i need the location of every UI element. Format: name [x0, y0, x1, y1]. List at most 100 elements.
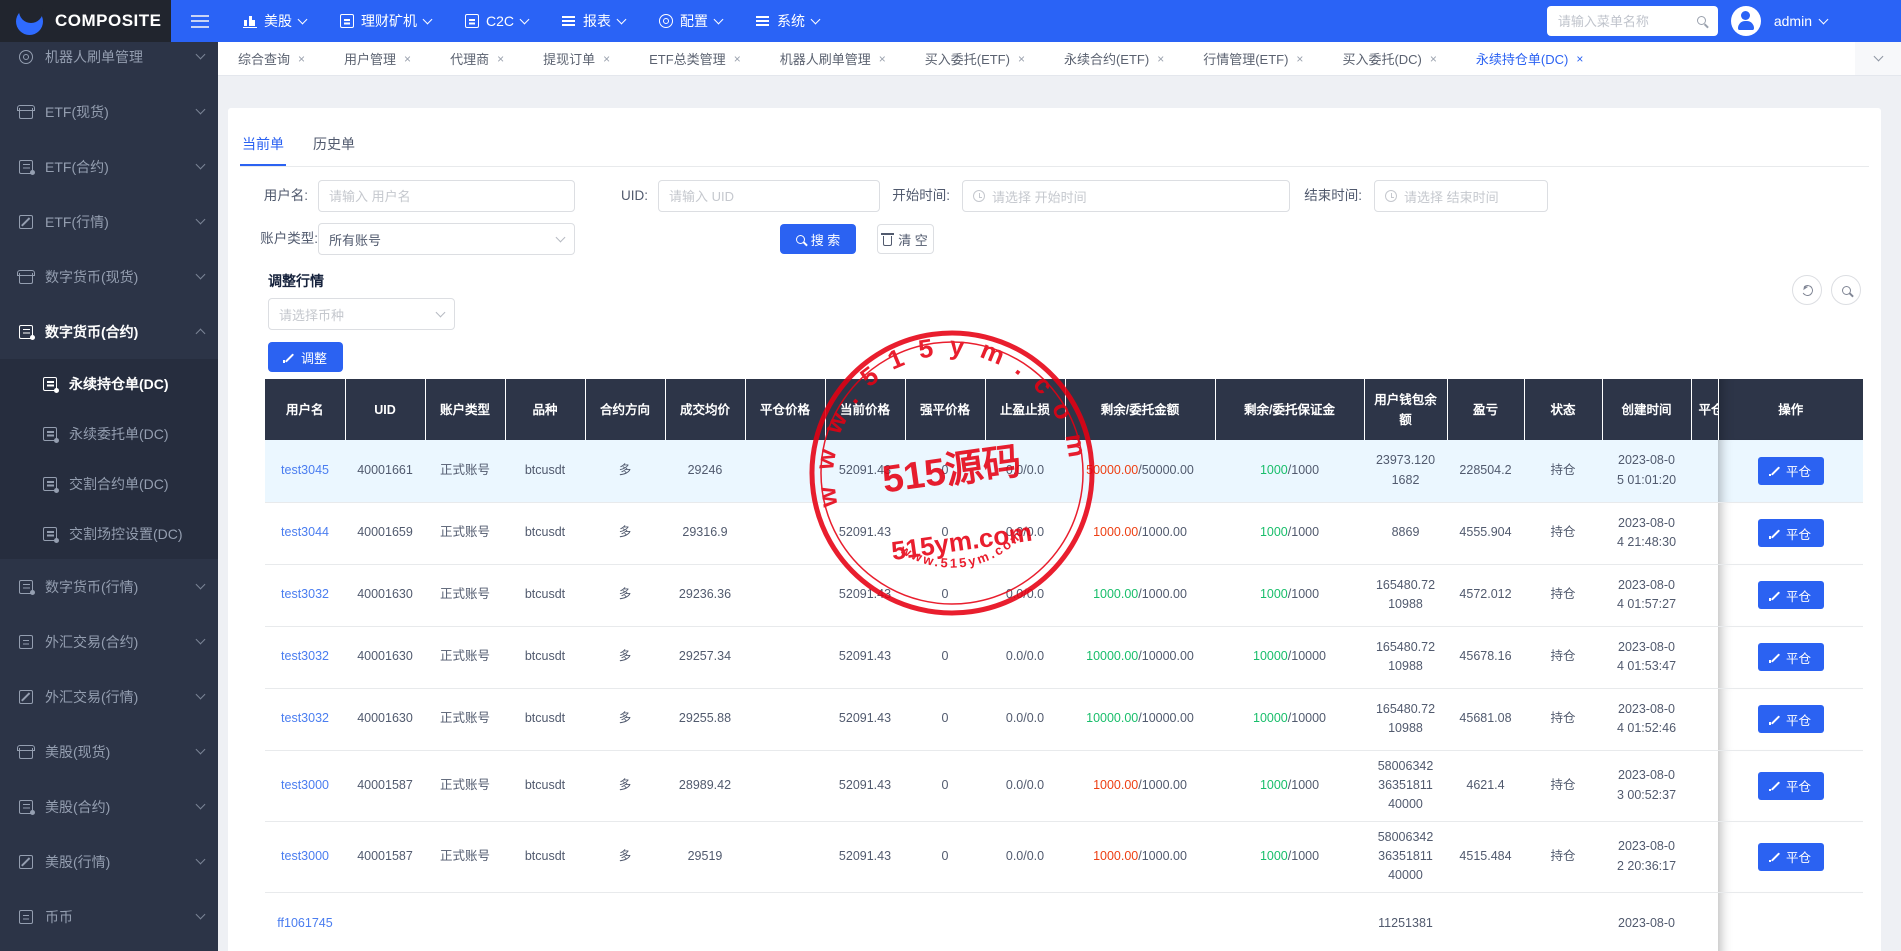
- username-link[interactable]: test3032: [281, 587, 329, 601]
- close-icon[interactable]: [1157, 53, 1164, 65]
- cell-uid: [345, 892, 425, 951]
- page-tab[interactable]: 综合查询: [238, 49, 305, 68]
- col-margin: 剩余/委托保证金: [1215, 379, 1364, 440]
- sidebar-item[interactable]: 交割合约单(DC): [0, 459, 218, 509]
- panel-tab[interactable]: 历史单: [311, 134, 357, 166]
- page-tab[interactable]: 永续合约(ETF): [1064, 49, 1164, 68]
- col-account-type: 账户类型: [425, 379, 505, 440]
- sidebar-item[interactable]: 外汇交易(合约): [0, 614, 218, 669]
- sidebar-item[interactable]: 永续委托单(DC): [0, 409, 218, 459]
- close-icon[interactable]: [879, 53, 886, 65]
- sidebar-item-icon: [19, 855, 33, 869]
- page-tab[interactable]: 机器人刷单管理: [780, 49, 886, 68]
- username-link[interactable]: ff1061745: [277, 916, 332, 930]
- close-position-button[interactable]: 平仓: [1758, 643, 1824, 671]
- page-tab[interactable]: 买入委托(ETF): [925, 49, 1025, 68]
- sidebar-item-label: ETF(行情): [45, 212, 109, 232]
- clear-button[interactable]: 清 空: [877, 224, 934, 254]
- sidebar-item[interactable]: 币币: [0, 889, 218, 944]
- top-menu-item[interactable]: 美股: [243, 11, 306, 31]
- close-icon[interactable]: [1296, 53, 1303, 65]
- cell-close-price: [745, 688, 825, 750]
- close-position-button[interactable]: 平仓: [1758, 843, 1824, 871]
- user-menu[interactable]: admin: [1774, 13, 1827, 29]
- coin-select[interactable]: 请选择币种: [268, 298, 455, 330]
- page-tab[interactable]: 用户管理: [344, 49, 411, 68]
- uid-input[interactable]: [669, 189, 869, 204]
- top-menu-item[interactable]: 报表: [562, 11, 625, 31]
- cell-direction: 多: [585, 821, 665, 892]
- cell-tp-sl: 0.0/0.0: [985, 440, 1065, 502]
- top-menu-item[interactable]: 配置: [659, 11, 722, 31]
- menu-label: C2C: [486, 13, 514, 29]
- username-link[interactable]: test3032: [281, 711, 329, 725]
- refresh-button[interactable]: [1792, 275, 1822, 305]
- start-time-picker[interactable]: 请选择 开始时间: [962, 180, 1290, 212]
- close-icon[interactable]: [1430, 53, 1437, 65]
- account-type-select[interactable]: 所有账号: [318, 223, 575, 255]
- close-icon[interactable]: [404, 53, 411, 65]
- page-tab[interactable]: 提现订单: [543, 49, 610, 68]
- top-menu-item[interactable]: C2C: [465, 13, 528, 29]
- close-icon[interactable]: [1018, 53, 1025, 65]
- cell-tp-sl: [985, 892, 1065, 951]
- sidebar-item[interactable]: 数字货币(合约): [0, 304, 218, 359]
- close-icon[interactable]: [1576, 53, 1583, 65]
- username-input[interactable]: [329, 189, 564, 204]
- sidebar-item[interactable]: 数字货币(现货): [0, 249, 218, 304]
- close-position-button[interactable]: 平仓: [1758, 705, 1824, 733]
- panel-tab[interactable]: 当前单: [240, 134, 286, 166]
- page-tab[interactable]: ETF总类管理: [649, 49, 741, 68]
- page-tab[interactable]: 行情管理(ETF): [1203, 49, 1303, 68]
- top-menu-item[interactable]: 理财矿机: [340, 11, 431, 31]
- close-position-button[interactable]: 平仓: [1758, 519, 1824, 547]
- sidebar-item[interactable]: 数字货币(行情): [0, 559, 218, 614]
- close-position-button[interactable]: 平仓: [1758, 457, 1824, 485]
- sidebar-item[interactable]: ETF(合约): [0, 139, 218, 194]
- margin-total: /1000: [1288, 525, 1319, 539]
- menu-search-input[interactable]: [1547, 6, 1718, 36]
- page-tab[interactable]: 买入委托(DC): [1342, 49, 1436, 68]
- tab-list-dropdown[interactable]: [1855, 42, 1901, 75]
- sidebar-item[interactable]: 美股(现货): [0, 724, 218, 779]
- cell-account-type: 正式账号: [425, 626, 505, 688]
- page-tab[interactable]: 代理商: [450, 49, 504, 68]
- table-search-button[interactable]: [1831, 275, 1861, 305]
- close-icon[interactable]: [603, 53, 610, 65]
- cell-pnl: 4572.012: [1447, 564, 1524, 626]
- cell-current-price: 52091.43: [825, 626, 905, 688]
- close-icon[interactable]: [734, 53, 741, 65]
- sidebar-item[interactable]: ETF(现货): [0, 84, 218, 139]
- username-link[interactable]: test3000: [281, 849, 329, 863]
- sidebar-item[interactable]: 交割场控设置(DC): [0, 509, 218, 559]
- adjust-button[interactable]: 调整: [268, 342, 343, 372]
- hamburger-icon[interactable]: [191, 15, 209, 28]
- page-tab[interactable]: 永续持仓单(DC): [1476, 49, 1583, 68]
- avatar[interactable]: [1731, 6, 1761, 36]
- col-status: 状态: [1524, 379, 1602, 440]
- username-link[interactable]: test3044: [281, 525, 329, 539]
- sidebar-item[interactable]: 美股(行情): [0, 834, 218, 889]
- close-icon[interactable]: [298, 53, 305, 65]
- col-current-price: 当前价格: [825, 379, 905, 440]
- username-link[interactable]: test3045: [281, 463, 329, 477]
- sidebar-item[interactable]: 外汇交易(行情): [0, 669, 218, 724]
- close-position-button[interactable]: 平仓: [1758, 772, 1824, 800]
- sidebar-item[interactable]: 美股(合约): [0, 779, 218, 834]
- sidebar-item-icon: [19, 748, 33, 759]
- close-position-button[interactable]: 平仓: [1758, 581, 1824, 609]
- sidebar-item[interactable]: ETF(行情): [0, 194, 218, 249]
- search-button[interactable]: 搜 索: [780, 224, 856, 254]
- table-header-row: 用户名 UID 账户类型 品种 合约方向 成交均价 平仓价格 当前价格 强平价格…: [265, 379, 1863, 440]
- top-menu-item[interactable]: 系统: [756, 11, 819, 31]
- sidebar-item[interactable]: 永续持仓单(DC): [0, 359, 218, 409]
- cell-uid: 40001587: [345, 821, 425, 892]
- username-link[interactable]: test3000: [281, 778, 329, 792]
- username-link[interactable]: test3032: [281, 649, 329, 663]
- cell-action: [1718, 892, 1863, 951]
- end-time-picker[interactable]: 请选择 结束时间: [1374, 180, 1548, 212]
- cell-liq-price: 0: [905, 688, 985, 750]
- sidebar-item[interactable]: 机器人刷单管理: [0, 42, 218, 84]
- sidebar-item-label: 币币: [45, 907, 73, 927]
- close-icon[interactable]: [497, 53, 504, 65]
